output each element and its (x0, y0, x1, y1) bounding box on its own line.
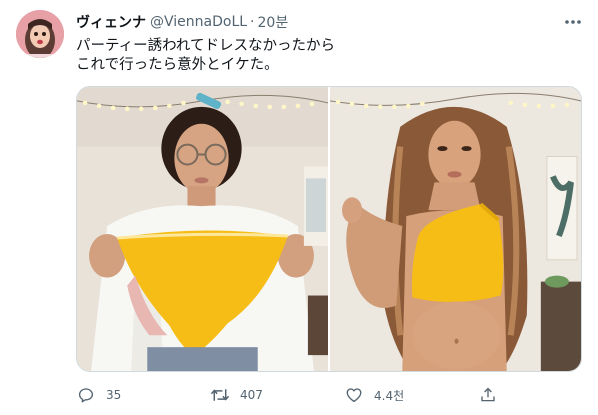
reply-icon (76, 385, 96, 405)
media-photo-2[interactable] (330, 87, 581, 371)
retweet-button[interactable]: 407 (210, 385, 344, 405)
media-grid (76, 86, 582, 372)
reply-count: 35 (106, 388, 122, 402)
more-options-button[interactable] (562, 12, 584, 32)
reply-button[interactable]: 35 (76, 385, 210, 405)
separator-dot: · (250, 14, 255, 30)
user-handle[interactable]: @ViennaDoLL (150, 14, 247, 30)
photo-1-image (77, 87, 328, 371)
like-button[interactable]: 4.4천 (344, 385, 478, 405)
media-photo-1[interactable] (77, 87, 328, 371)
like-count: 4.4천 (374, 388, 405, 403)
share-icon (478, 385, 498, 405)
display-name[interactable]: ヴィェンナ (76, 12, 146, 32)
retweet-icon (210, 385, 230, 405)
photo-2-image (330, 87, 581, 371)
timestamp[interactable]: 20분 (258, 12, 289, 32)
tweet: ヴィェンナ @ViennaDoLL · 20분 パーティー誘われてドレスなかった… (0, 0, 598, 415)
avatar[interactable] (16, 10, 64, 58)
tweet-header: ヴィェンナ @ViennaDoLL · 20분 (76, 12, 288, 32)
retweet-count: 407 (240, 388, 263, 402)
avatar-image (16, 10, 64, 58)
share-button[interactable] (478, 385, 498, 405)
tweet-text: パーティー誘われてドレスなかったから これで行ったら意外とイケた。 (76, 38, 335, 73)
more-icon (565, 20, 581, 24)
tweet-actions: 35 407 4.4천 (76, 382, 516, 408)
heart-icon (344, 385, 364, 405)
